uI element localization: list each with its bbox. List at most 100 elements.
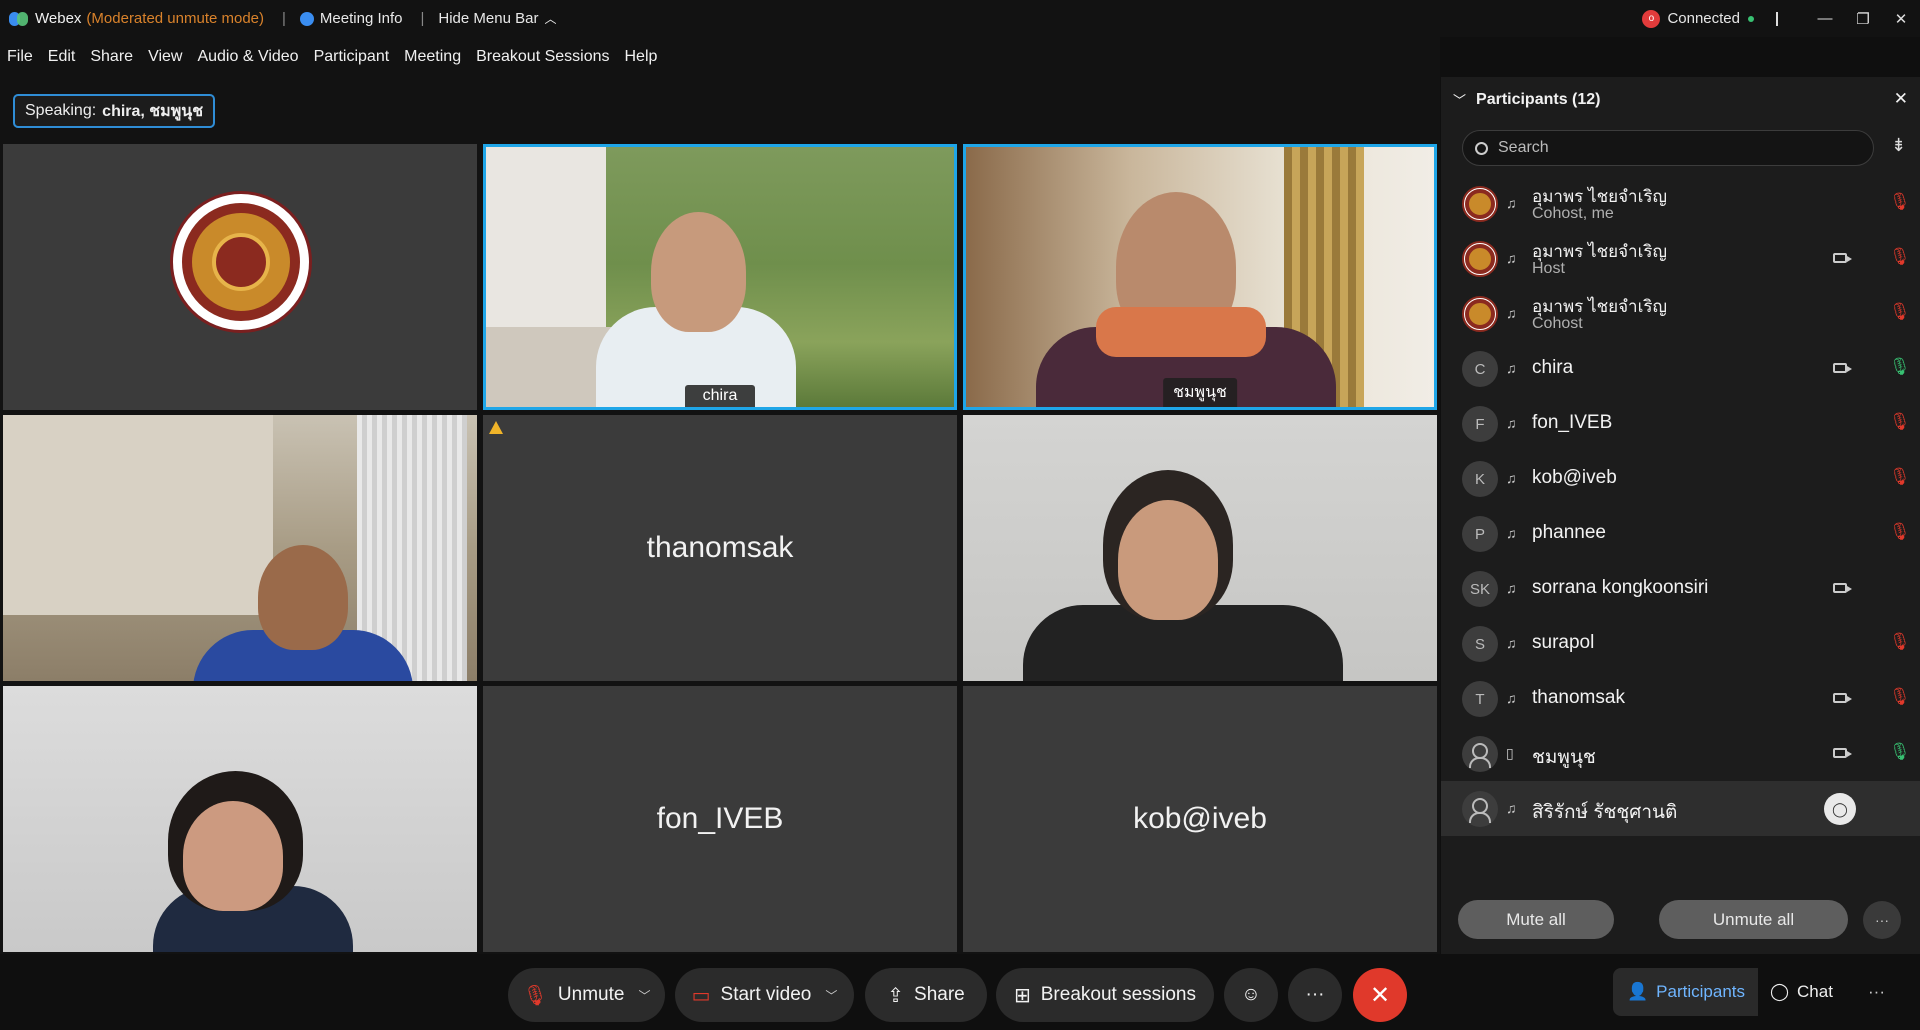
more-tabs-icon[interactable]: ···: [1868, 968, 1908, 1016]
mic-muted-icon[interactable]: 🎙: [1889, 247, 1911, 267]
menu-file[interactable]: File: [7, 48, 33, 66]
participant-name: thanomsak: [1532, 687, 1625, 708]
menu-edit[interactable]: Edit: [48, 48, 76, 66]
participant-row[interactable]: ♫ สิริรักษ์ รัชชุศานติ ◯: [1441, 781, 1920, 836]
chat-bubble-icon[interactable]: ◯: [1824, 793, 1856, 825]
mic-muted-icon[interactable]: 🎙: [1889, 522, 1911, 542]
mute-all-button[interactable]: Mute all: [1458, 900, 1614, 939]
warning-icon: [489, 421, 503, 434]
headset-icon: ♫: [1506, 195, 1517, 211]
participant-name: สิริรักษ์ รัชชุศานติ: [1532, 802, 1678, 823]
participant-name: phannee: [1532, 522, 1606, 543]
collapse-chevron-icon[interactable]: ﹀: [1453, 90, 1466, 109]
menu-share[interactable]: Share: [90, 48, 133, 66]
shield-icon: [299, 11, 314, 26]
tile-name-center: fon_IVEB: [656, 802, 784, 835]
participant-row[interactable]: P ♫ phannee 🎙: [1441, 506, 1920, 561]
chat-icon: ◯: [1770, 982, 1790, 1001]
video-tile-participant[interactable]: [963, 415, 1437, 681]
minimize-icon[interactable]: —: [1806, 10, 1844, 27]
webex-logo-icon: [9, 11, 29, 26]
menu-view[interactable]: View: [148, 48, 182, 66]
participant-name: sorrana kongkoonsiri: [1532, 577, 1709, 598]
participants-tab[interactable]: 👤 Participants: [1613, 968, 1758, 1016]
start-video-button[interactable]: ▭ Start video ﹀: [675, 968, 854, 1022]
close-icon: ✕: [1369, 981, 1391, 1009]
video-tile-participant[interactable]: [3, 686, 477, 952]
chevron-down-icon[interactable]: ﹀: [638, 987, 650, 1004]
breakout-grid-icon: ⊞: [1013, 984, 1031, 1007]
headset-icon: ♫: [1506, 360, 1517, 376]
mic-muted-icon[interactable]: 🎙: [1889, 302, 1911, 322]
share-button[interactable]: ⇪ Share: [865, 968, 987, 1022]
menu-breakout-sessions[interactable]: Breakout Sessions: [476, 48, 609, 66]
participant-row[interactable]: K ♫ kob@iveb 🎙: [1441, 451, 1920, 506]
video-tile-chomphunut[interactable]: ชมพูนุช: [963, 144, 1437, 410]
unmute-label: Unmute: [557, 984, 625, 1005]
menu-participant[interactable]: Participant: [314, 48, 390, 66]
close-window-icon[interactable]: ✕: [1882, 10, 1920, 28]
avatar: [1462, 186, 1498, 222]
chevron-down-icon[interactable]: ﹀: [825, 987, 837, 1004]
more-icon: ···: [1305, 984, 1325, 1005]
video-tile-logo[interactable]: [3, 144, 477, 410]
avatar: F: [1462, 406, 1498, 442]
breakout-sessions-button[interactable]: ⊞ Breakout sessions: [996, 968, 1214, 1022]
chevron-up-icon: ︿: [544, 12, 557, 26]
video-tile-participant[interactable]: [3, 415, 477, 681]
background-cabinet: [3, 415, 273, 615]
participant-scarf: [1096, 307, 1266, 357]
video-tile-fon[interactable]: fon_IVEB: [483, 686, 957, 952]
participant-face: [651, 212, 746, 332]
headset-icon: ♫: [1506, 800, 1517, 816]
participant-face: [1118, 500, 1218, 620]
participant-name: surapol: [1532, 632, 1595, 653]
participant-search-input[interactable]: Search: [1462, 130, 1874, 166]
hide-menu-bar-button[interactable]: Hide Menu Bar ︿: [438, 10, 556, 27]
mic-muted-icon[interactable]: 🎙: [1889, 192, 1911, 212]
video-off-icon: ▭: [691, 984, 711, 1007]
participant-row[interactable]: ♫ อุมาพร ไชยจำเริญ Host 🎙: [1441, 231, 1920, 286]
participant-row[interactable]: ▯ ชมพูนุช 🎙: [1441, 726, 1920, 781]
video-tile-chira[interactable]: chira: [483, 144, 957, 410]
sort-icon[interactable]: ⇟: [1891, 135, 1906, 156]
search-icon: [1475, 141, 1488, 155]
menu-help[interactable]: Help: [625, 48, 658, 66]
chat-tab[interactable]: ◯ Chat: [1770, 968, 1850, 1016]
mic-muted-icon[interactable]: 🎙: [1889, 632, 1911, 652]
panel-title: Participants (12): [1476, 90, 1601, 108]
leave-meeting-button[interactable]: ✕: [1353, 968, 1407, 1022]
more-options-icon[interactable]: ···: [1863, 901, 1901, 939]
reactions-button[interactable]: ☺: [1224, 968, 1278, 1022]
mic-muted-icon[interactable]: 🎙: [1889, 687, 1911, 707]
mic-muted-icon[interactable]: 🎙: [1889, 412, 1911, 432]
record-status-icon: o: [1642, 9, 1661, 28]
meeting-info-button[interactable]: Meeting Info: [299, 10, 402, 27]
video-tile-kob[interactable]: kob@iveb: [963, 686, 1437, 952]
restore-icon[interactable]: ❐: [1844, 10, 1882, 28]
close-panel-icon[interactable]: ✕: [1894, 89, 1908, 109]
unmute-button[interactable]: 🎙 Unmute ﹀: [508, 968, 665, 1022]
participant-row[interactable]: F ♫ fon_IVEB 🎙: [1441, 396, 1920, 451]
menu-audio-video[interactable]: Audio & Video: [197, 48, 298, 66]
chat-tab-label: Chat: [1797, 982, 1833, 1001]
mic-live-icon[interactable]: 🎙: [1889, 357, 1911, 377]
video-tile-thanomsak[interactable]: thanomsak: [483, 415, 957, 681]
camera-icon: [1833, 583, 1852, 593]
participant-row[interactable]: T ♫ thanomsak 🎙: [1441, 671, 1920, 726]
smiley-icon: ☺: [1241, 984, 1261, 1005]
more-button[interactable]: ···: [1288, 968, 1342, 1022]
participant-row[interactable]: SK ♫ sorrana kongkoonsiri: [1441, 561, 1920, 616]
participant-row[interactable]: S ♫ surapol 🎙: [1441, 616, 1920, 671]
unmute-all-button[interactable]: Unmute all: [1659, 900, 1848, 939]
menu-meeting[interactable]: Meeting: [404, 48, 461, 66]
headset-icon: ♫: [1506, 415, 1517, 431]
participants-tab-label: Participants: [1656, 982, 1745, 1001]
participant-row[interactable]: ♫ อุมาพร ไชยจำเริญ Cohost, me 🎙: [1441, 176, 1920, 231]
mic-live-icon[interactable]: 🎙: [1889, 742, 1911, 762]
participant-row[interactable]: ♫ อุมาพร ไชยจำเริญ Cohost 🎙: [1441, 286, 1920, 341]
connection-status[interactable]: Connected: [1667, 10, 1740, 27]
participant-row[interactable]: C ♫ chira 🎙: [1441, 341, 1920, 396]
camera-icon: [1833, 693, 1852, 703]
mic-muted-icon[interactable]: 🎙: [1889, 467, 1911, 487]
